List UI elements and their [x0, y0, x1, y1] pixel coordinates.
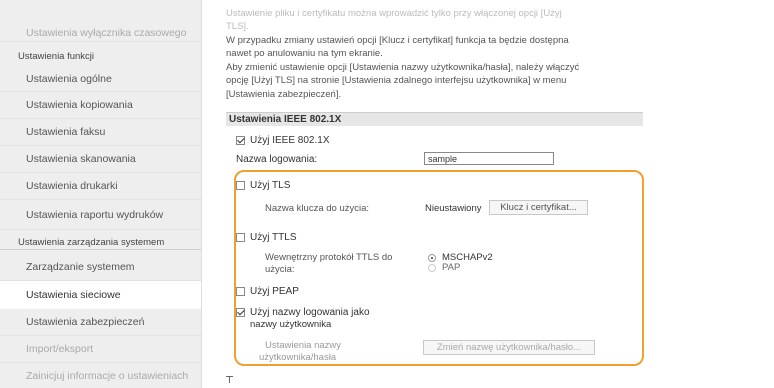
mschapv2-radio[interactable]: [428, 253, 436, 262]
use-login-as-user-checkbox[interactable]: [236, 308, 245, 317]
use-ttls-label: Użyj TTLS: [250, 232, 297, 243]
use-login-as-user-row[interactable]: Użyj nazwy logowania jako: [236, 307, 370, 318]
use-peap-checkbox[interactable]: [236, 287, 245, 296]
use-login-as-user-label-line2: nazwy użytkownika: [250, 319, 332, 330]
sidebar-item-printer-settings[interactable]: Ustawienia drukarki: [0, 173, 201, 200]
sidebar-item-network-settings[interactable]: Ustawienia sieciowe: [0, 281, 201, 309]
pap-label: PAP: [442, 262, 461, 273]
use-peap-checkbox-row[interactable]: Użyj PEAP: [236, 286, 299, 297]
description-line: W przypadku zmiany ustawień opcji [Klucz…: [226, 35, 569, 46]
sidebar-item-label: Ustawienia faksu: [26, 126, 106, 138]
sidebar-item-label: Ustawienia skanowania: [26, 153, 136, 165]
change-username-password-button[interactable]: Zmień nazwę użytkownika/hasło...: [423, 340, 595, 355]
sidebar-item-label: Ustawienia wyłącznika czasowego: [26, 26, 187, 39]
description-line: [Ustawienia zabezpieczeń].: [226, 89, 342, 100]
user-settings-label-line1: Ustawienia nazwy: [265, 340, 342, 351]
sidebar-item-report-settings[interactable]: Ustawienia raportu wydruków: [0, 200, 201, 230]
sidebar-item-label: Ustawienia drukarki: [26, 180, 118, 192]
sidebar-item-label: Ustawienia ogólne: [26, 72, 112, 85]
key-and-certificate-button[interactable]: Klucz i certyfikat...: [489, 200, 588, 215]
use-peap-label: Użyj PEAP: [250, 286, 299, 297]
use-ieee-label: Użyj IEEE 802.1X: [250, 135, 330, 146]
pap-radio[interactable]: [428, 263, 436, 272]
sidebar-item-initialize-settings[interactable]: Zainicjuj informacje o ustawieniach: [0, 363, 201, 388]
sidebar-item-security-settings[interactable]: Ustawienia zabezpieczeń: [0, 309, 201, 336]
sidebar-header-function-settings: Ustawienia funkcji: [18, 51, 95, 62]
section-title-ieee8021x: Ustawienia IEEE 802.1X: [226, 112, 643, 126]
user-settings-label-line2: użytkownika/hasła: [259, 352, 337, 363]
key-name-label: Nazwa klucza do użycia:: [265, 203, 370, 214]
sidebar-item-label: Ustawienia raportu wydruków: [26, 208, 164, 221]
ttls-protocol-label-line1: Wewnętrzny protokół TTLS do: [265, 252, 393, 263]
description-line: nawet po anulowaniu na tym ekranie.: [226, 48, 383, 59]
sidebar: Ustawienia wyłącznika czasowego Ustawien…: [0, 0, 202, 388]
sidebar-item-general-settings[interactable]: Ustawienia ogólne: [0, 66, 201, 92]
sidebar-item-fax-settings[interactable]: Ustawienia faksu: [0, 119, 201, 146]
login-name-label: Nazwa logowania:: [236, 154, 318, 165]
sidebar-item-import-export[interactable]: Import/eksport: [0, 336, 201, 363]
use-tls-checkbox-row[interactable]: Użyj TLS: [236, 180, 290, 191]
ttls-protocol-label-line2: użycia:: [265, 264, 295, 275]
sidebar-item-label: Zarządzanie systemem: [26, 261, 135, 273]
use-ttls-checkbox[interactable]: [236, 233, 245, 242]
scroll-end-marker-stem: [229, 377, 230, 383]
use-ieee-checkbox[interactable]: [236, 136, 245, 145]
description-line: Ustawienie pliku i certyfikatu można wpr…: [226, 8, 562, 19]
sidebar-item-timer-settings[interactable]: Ustawienia wyłącznika czasowego: [0, 24, 201, 42]
sidebar-item-label: Ustawienia kopiowania: [26, 99, 133, 111]
use-login-as-user-label: Użyj nazwy logowania jako: [250, 307, 370, 318]
description-line: Aby zmienić ustawienie opcji [Ustawienia…: [226, 62, 580, 73]
use-ttls-checkbox-row[interactable]: Użyj TTLS: [236, 232, 297, 243]
sidebar-item-label: Import/eksport: [26, 343, 94, 355]
use-ieee-checkbox-row[interactable]: Użyj IEEE 802.1X: [236, 135, 329, 146]
ttls-option-pap[interactable]: PAP: [428, 262, 460, 273]
sidebar-item-copy-settings[interactable]: Ustawienia kopiowania: [0, 92, 201, 119]
sidebar-item-label: Ustawienia sieciowe: [26, 288, 121, 301]
description-line: opcję [Użyj TLS] na stronie [Ustawienia …: [226, 75, 567, 86]
sidebar-item-label: Zainicjuj informacje o ustawieniach: [26, 369, 189, 382]
sidebar-item-scan-settings[interactable]: Ustawienia skanowania: [0, 146, 201, 173]
sidebar-item-label: Ustawienia zabezpieczeń: [26, 316, 145, 328]
login-name-input[interactable]: [424, 152, 554, 165]
key-name-value: Nieustawiony: [425, 203, 482, 214]
description-line: TLS].: [226, 21, 249, 32]
use-tls-label: Użyj TLS: [250, 180, 291, 191]
use-tls-checkbox[interactable]: [236, 181, 245, 190]
sidebar-item-system-management[interactable]: Zarządzanie systemem: [0, 254, 201, 281]
sidebar-header-system-management: Ustawienia zarządzania systemem: [18, 237, 165, 248]
